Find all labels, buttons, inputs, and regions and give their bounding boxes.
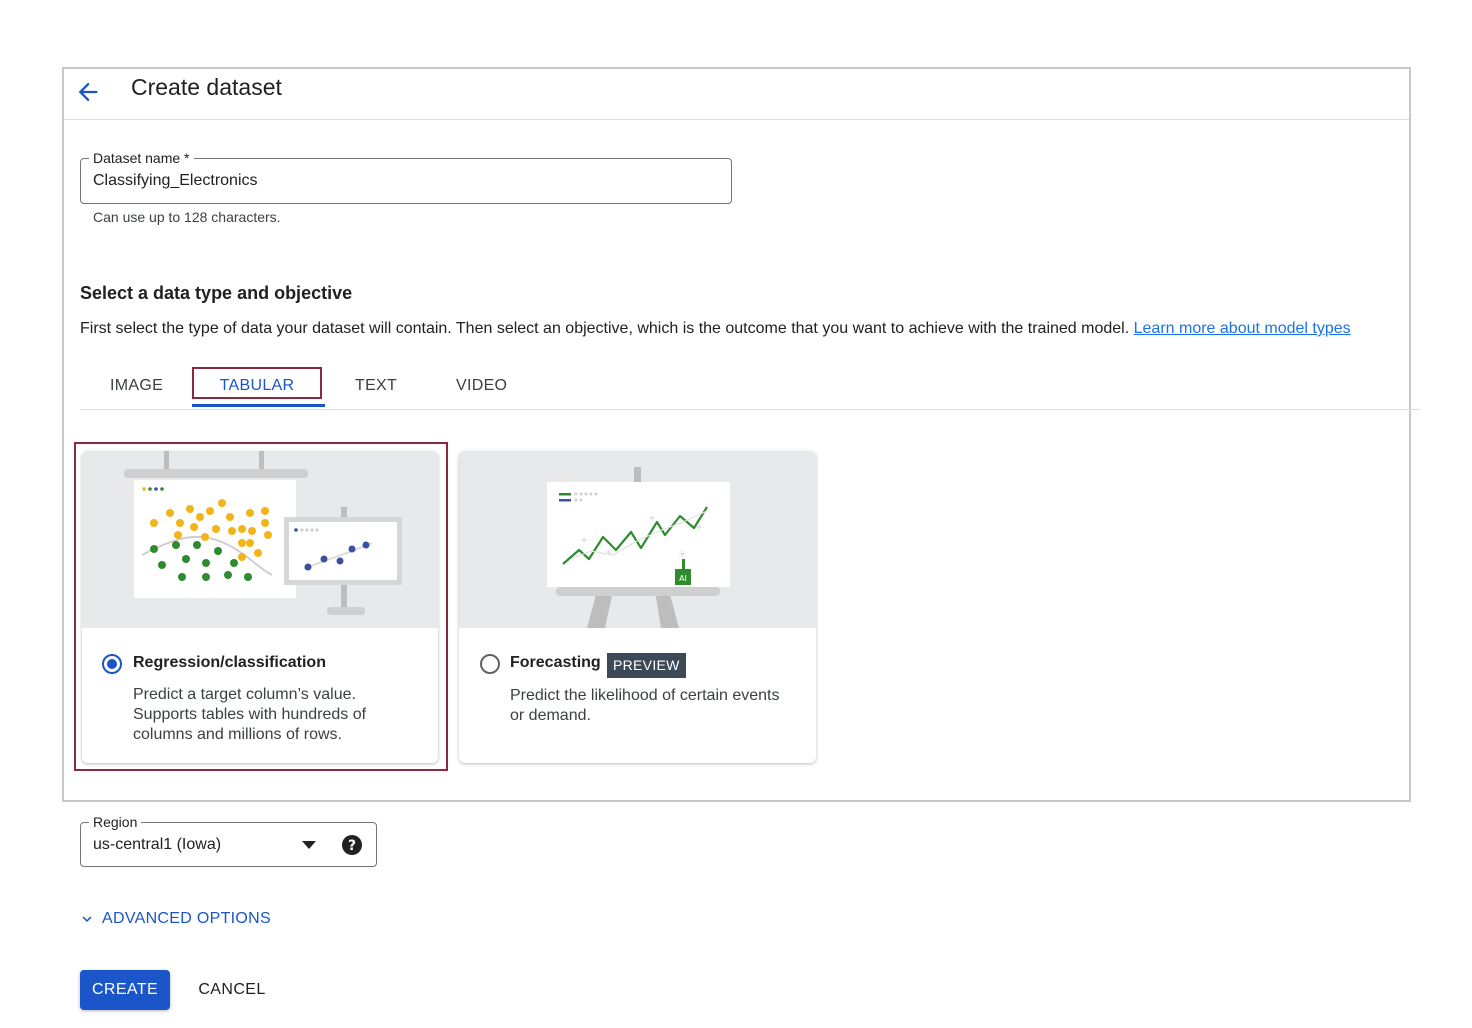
panel-header: Create dataset [64, 69, 1409, 120]
regression-desc-line-1: Predict a target column’s value. [133, 686, 356, 703]
tab-tabular[interactable]: TABULAR [192, 365, 322, 407]
forecasting-desc-line-1: Predict the likelihood of certain events [510, 687, 780, 704]
data-type-tabs: IMAGE TABULAR TEXT VIDEO [80, 365, 1420, 410]
dataset-name-label: Dataset name * [89, 149, 194, 167]
regression-desc-line-2: Supports tables with hundreds of [133, 706, 367, 723]
forecasting-card[interactable]: AI Forecasting PREVIEW Predict the likel… [459, 451, 816, 763]
tab-image[interactable]: IMAGE [110, 365, 163, 407]
create-button[interactable]: CREATE [80, 970, 170, 1010]
dataset-name-input[interactable]: Classifying_Electronics [93, 172, 258, 190]
active-tab-indicator [192, 404, 325, 407]
regression-card-title: Regression/classification [133, 654, 326, 671]
chevron-down-icon [82, 916, 92, 922]
regression-radio[interactable] [102, 654, 122, 674]
forecasting-desc-line-2: or demand. [510, 707, 591, 724]
learn-more-link[interactable]: Learn more about model types [1134, 320, 1351, 337]
regression-desc-line-3: columns and millions of rows. [133, 726, 342, 743]
forecasting-card-title: Forecasting [510, 654, 601, 671]
ai-badge-text: AI [679, 574, 687, 583]
page-title: Create dataset [131, 74, 282, 100]
advanced-options-label: ADVANCED OPTIONS [102, 910, 271, 927]
tab-video[interactable]: VIDEO [456, 365, 507, 407]
region-value[interactable]: us-central1 (Iowa) [93, 836, 221, 854]
help-circle-icon[interactable]: ? [342, 835, 362, 855]
region-label: Region [89, 813, 142, 831]
forecasting-radio[interactable] [480, 654, 500, 674]
regression-classification-card[interactable]: Regression/classification Predict a targ… [82, 451, 438, 763]
svg-text:?: ? [348, 838, 356, 854]
forecasting-illustration: AI [459, 451, 816, 628]
arrow-left-icon [78, 82, 98, 102]
regression-illustration [82, 451, 438, 628]
create-dataset-panel: Create dataset Dataset name * Classifyin… [62, 67, 1420, 802]
advanced-options-toggle[interactable]: ADVANCED OPTIONS [78, 909, 271, 929]
tab-text[interactable]: TEXT [355, 365, 397, 407]
objective-description-text: First select the type of data your datas… [80, 320, 1130, 337]
regression-card-description: Predict a target column’s value. Support… [133, 685, 366, 745]
preview-badge: PREVIEW [607, 653, 686, 678]
dataset-name-hint: Can use up to 128 characters. [93, 209, 281, 225]
forecasting-card-description: Predict the likelihood of certain events… [510, 686, 779, 726]
line-chart-illustration: AI [547, 467, 730, 628]
cancel-button[interactable]: CANCEL [190, 970, 274, 1010]
back-button[interactable] [74, 78, 102, 106]
arrow-drop-down-icon[interactable] [302, 841, 316, 849]
dataset-name-field[interactable]: Dataset name * Classifying_Electronics [80, 149, 732, 204]
objective-description: First select the type of data your datas… [80, 320, 1351, 338]
objective-section-title: Select a data type and objective [80, 283, 353, 303]
region-select[interactable]: Region us-central1 (Iowa) ? [80, 813, 377, 867]
scatter-plot-illustration [124, 451, 402, 615]
